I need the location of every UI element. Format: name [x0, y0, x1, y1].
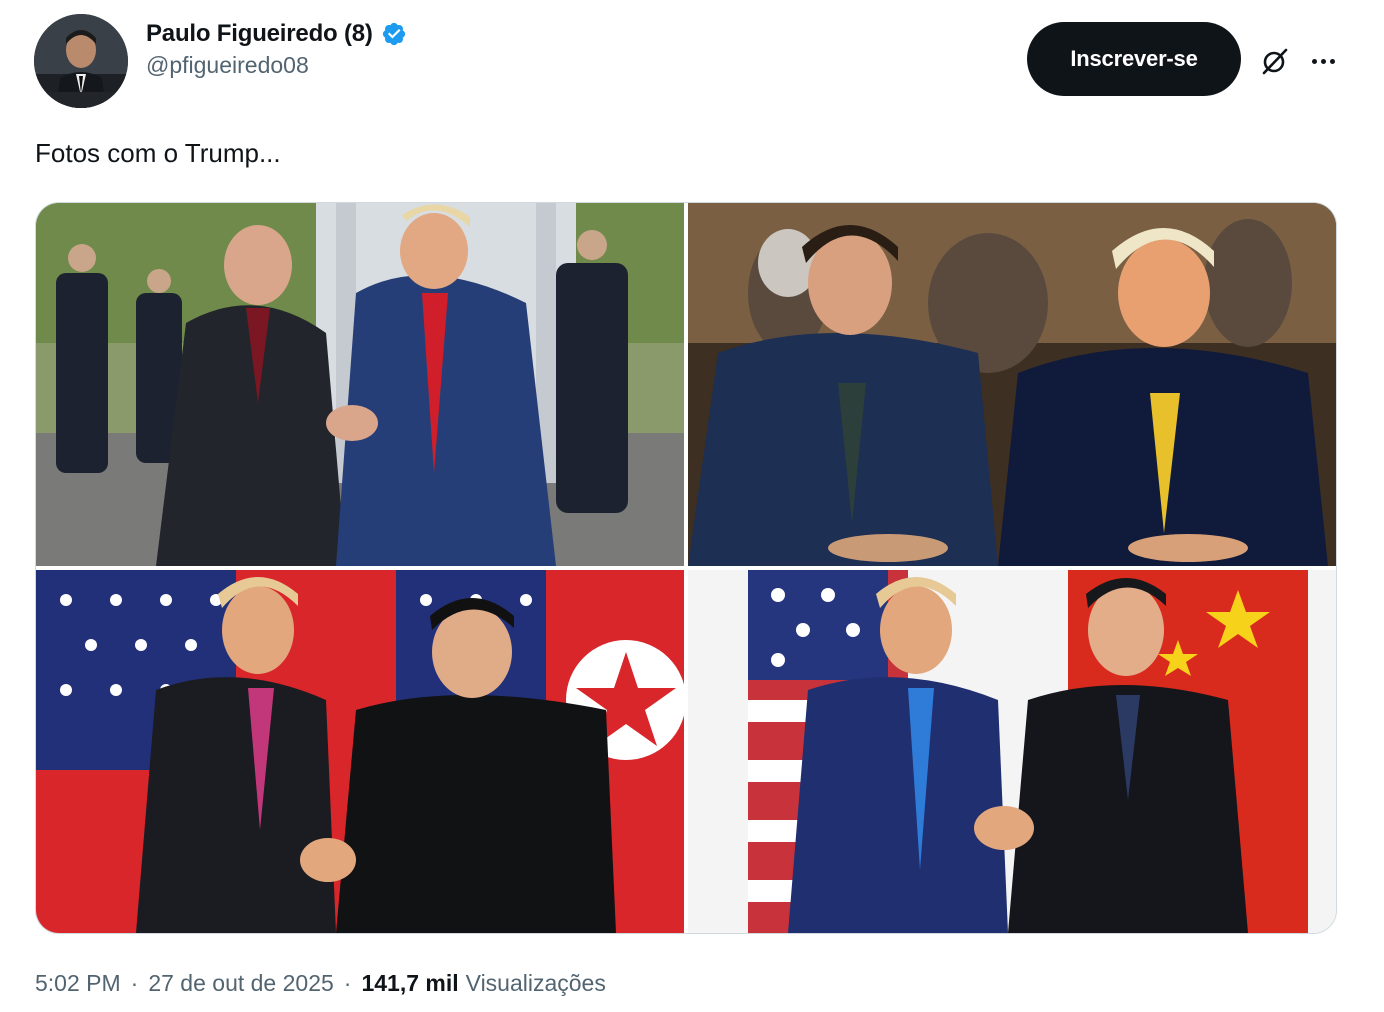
- media-photo-3[interactable]: [36, 570, 684, 933]
- verified-badge-icon[interactable]: [381, 21, 407, 47]
- media-photo-4[interactable]: [688, 570, 1336, 933]
- more-dot: [1320, 58, 1326, 64]
- photo-handshake-airfield: [36, 203, 684, 566]
- media-photo-2[interactable]: [688, 203, 1336, 566]
- views-label: Visualizações: [465, 970, 606, 996]
- author-display-name[interactable]: Paulo Figueiredo (8): [146, 20, 373, 48]
- photo-handshake-flags-red-star: [36, 570, 684, 933]
- tweet-text: Fotos com o Trump...: [35, 138, 281, 168]
- views-count: 141,7 mil: [361, 970, 459, 996]
- media-photo-1[interactable]: [36, 203, 684, 566]
- author-name-row: Paulo Figueiredo (8): [146, 20, 407, 48]
- author-avatar[interactable]: [34, 14, 128, 108]
- media-grid: [35, 202, 1337, 934]
- more-dot: [1329, 58, 1335, 64]
- photo-seated-dinner: [688, 203, 1336, 566]
- tweet-meta: 5:02 PM · 27 de out de 2025 · 141,7 mil …: [35, 970, 606, 997]
- author-handle[interactable]: @pfigueiredo08: [146, 52, 309, 79]
- grok-icon[interactable]: [1258, 44, 1292, 78]
- meta-dot: ·: [343, 970, 352, 996]
- more-options-icon[interactable]: [1306, 44, 1340, 78]
- tweet-time[interactable]: 5:02 PM: [35, 970, 121, 997]
- tweet-date[interactable]: 27 de out de 2025: [148, 970, 333, 997]
- meta-separator: ·: [130, 970, 139, 996]
- subscribe-button[interactable]: Inscrever-se: [1027, 22, 1241, 96]
- photo-handshake-flags-g20-2019: [688, 570, 1336, 933]
- more-dot: [1311, 58, 1317, 64]
- avatar-photo: [34, 14, 128, 108]
